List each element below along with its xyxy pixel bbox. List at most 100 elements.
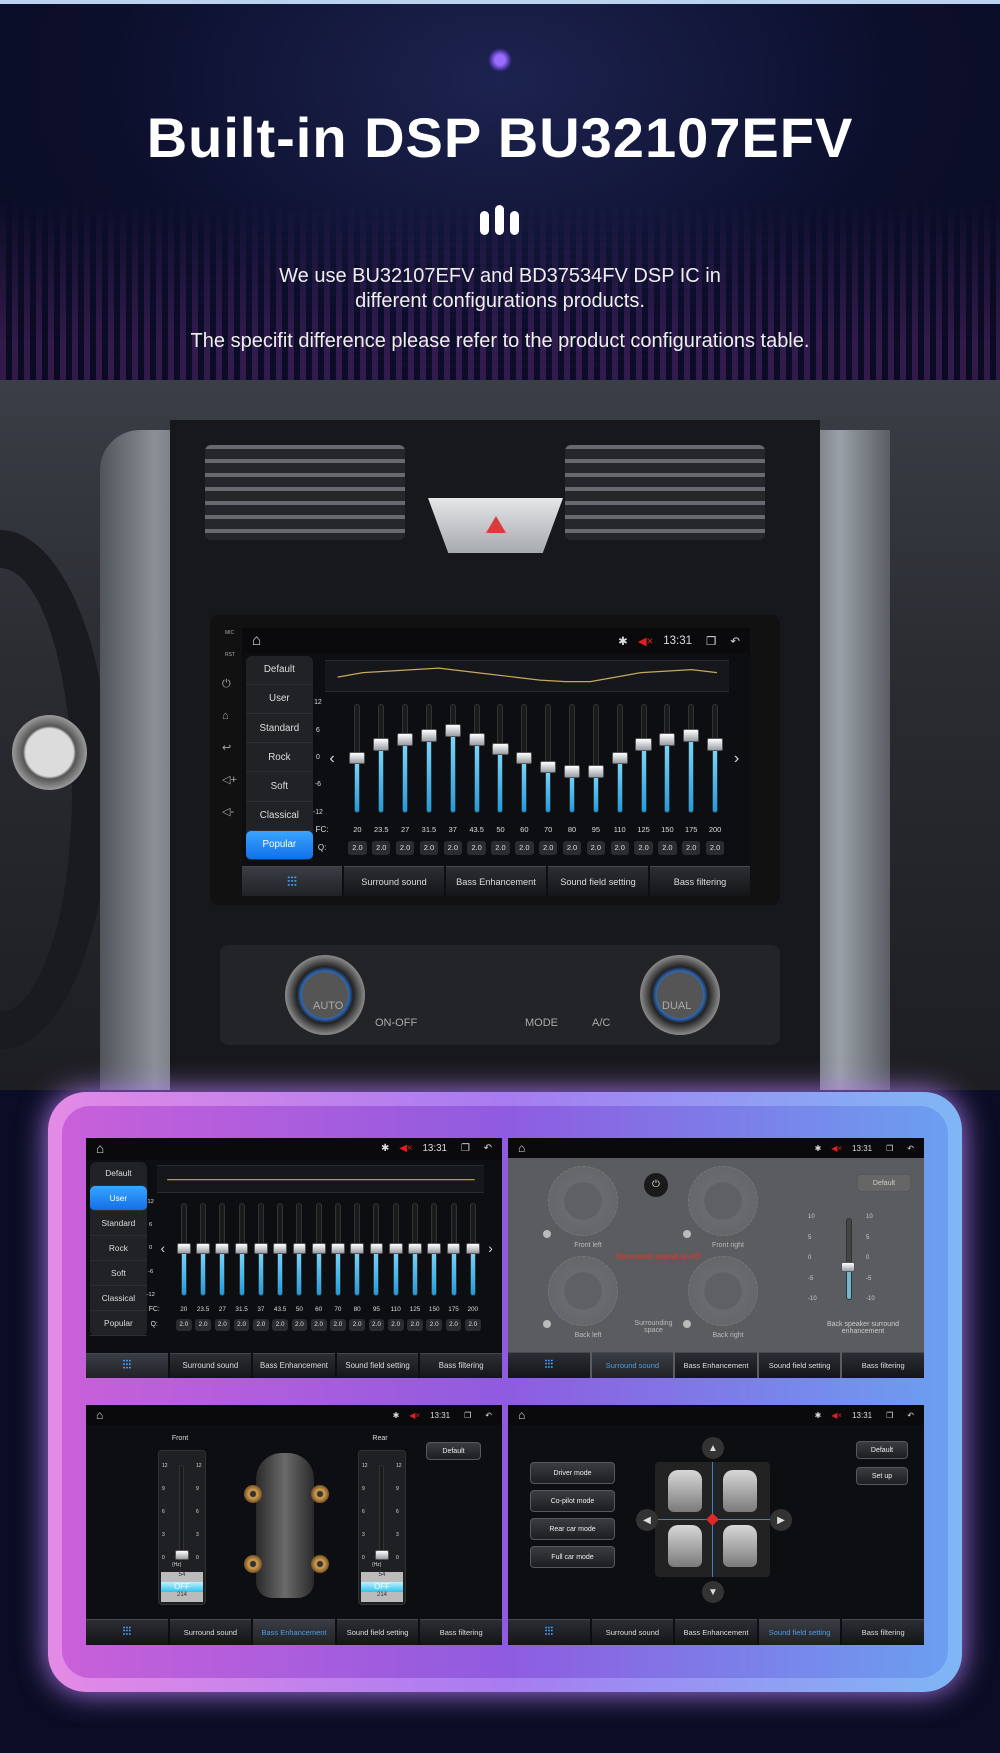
eq-slider-handle[interactable] — [397, 733, 414, 747]
tab-sound-field-setting[interactable]: Sound field setting — [758, 1352, 841, 1378]
q-value-box[interactable]: 2.0 — [372, 840, 391, 855]
eq-slider-handle[interactable] — [292, 1243, 307, 1255]
tab-sound-field-setting[interactable]: Sound field setting — [336, 1352, 419, 1378]
eq-slider-handle[interactable] — [349, 751, 366, 765]
q-value-box[interactable]: 2.0 — [330, 1319, 346, 1332]
q-value-box[interactable]: 2.0 — [562, 840, 582, 855]
back-surround-slider[interactable] — [846, 1218, 852, 1300]
q-value-box[interactable]: 2.0 — [419, 840, 439, 855]
tab-surround-sound[interactable]: Surround sound — [591, 1352, 674, 1378]
tab-bass-enhancement[interactable]: Bass Enhancement — [446, 866, 546, 896]
q-value-box[interactable]: 2.0 — [175, 1319, 192, 1332]
back-icon[interactable]: ↶ — [485, 1411, 492, 1420]
arrow-right-icon[interactable]: ▶ — [770, 1509, 792, 1531]
preset-popular[interactable]: Popular — [90, 1311, 147, 1336]
eq-slider-handle[interactable] — [420, 728, 437, 742]
q-value-box[interactable]: 2.0 — [395, 840, 415, 855]
speaker-toggle[interactable] — [543, 1230, 551, 1238]
speaker-toggle[interactable] — [683, 1230, 691, 1238]
tab-bass-filtering[interactable]: Bass filtering — [650, 866, 750, 896]
speaker-dial[interactable] — [548, 1166, 618, 1236]
eq-slider-handle[interactable] — [465, 1243, 480, 1255]
tab-surround-sound[interactable]: Surround sound — [169, 1619, 252, 1645]
tab-sound-field-setting[interactable]: Sound field setting — [758, 1619, 841, 1645]
bass-slider[interactable] — [179, 1465, 184, 1557]
sound-mode-button[interactable]: Driver mode — [530, 1462, 615, 1484]
tab-bass-enhancement[interactable]: Bass Enhancement — [675, 1619, 757, 1645]
preset-soft[interactable]: Soft — [90, 1261, 147, 1286]
next-page-arrow[interactable]: › — [488, 1241, 493, 1256]
eq-slider-handle[interactable] — [444, 724, 461, 737]
preset-rock[interactable]: Rock — [246, 743, 313, 773]
eq-slider[interactable] — [497, 703, 504, 814]
tab-sound-field-setting[interactable]: Sound field setting — [548, 866, 648, 896]
eq-slider-handle[interactable] — [350, 1243, 365, 1255]
eq-slider-handle[interactable] — [659, 733, 676, 747]
q-value-box[interactable]: 2.0 — [515, 840, 534, 855]
mute-icon[interactable]: ◀× — [399, 1143, 412, 1154]
recent-apps-icon[interactable]: ❐ — [464, 1411, 471, 1420]
q-value-box[interactable]: 2.0 — [214, 1319, 231, 1332]
eq-slider[interactable] — [569, 703, 576, 814]
q-value-box[interactable]: 2.0 — [445, 1319, 462, 1332]
home-icon[interactable]: ⌂ — [252, 632, 261, 650]
tab-equalizer[interactable]: ⫶⫶⫶ — [508, 1352, 590, 1378]
speaker-toggle[interactable] — [683, 1320, 691, 1328]
q-value-box[interactable]: 2.0 — [387, 1319, 404, 1332]
tab-equalizer[interactable]: ⫶⫶⫶ — [508, 1619, 590, 1645]
eq-slider[interactable] — [712, 703, 719, 814]
tab-bass-enhancement[interactable]: Bass Enhancement — [253, 1352, 335, 1378]
q-value-box[interactable]: 2.0 — [426, 1319, 443, 1332]
tab-bass-enhancement[interactable]: Bass Enhancement — [675, 1352, 757, 1378]
sound-mode-button[interactable]: Full car mode — [530, 1546, 615, 1568]
default-button[interactable]: Default — [856, 1441, 908, 1459]
tab-equalizer[interactable]: ⫶⫶⫶ — [86, 1619, 168, 1645]
eq-slider[interactable] — [664, 703, 671, 814]
recent-apps-icon[interactable]: ❐ — [461, 1143, 470, 1154]
next-page-arrow[interactable]: › — [734, 749, 739, 768]
q-value-box[interactable]: 2.0 — [253, 1319, 269, 1332]
preset-default[interactable]: Default — [246, 656, 313, 685]
eq-slider-handle[interactable] — [369, 1243, 384, 1255]
speaker-dial[interactable] — [688, 1166, 758, 1236]
eq-slider-handle[interactable] — [196, 1243, 210, 1255]
preset-standard[interactable]: Standard — [90, 1211, 147, 1237]
tab-bass-filtering[interactable]: Bass filtering — [420, 1352, 502, 1378]
tab-surround-sound[interactable]: Surround sound — [169, 1352, 252, 1378]
bass-frequency-option[interactable]: OFF — [161, 1582, 203, 1592]
bass-slider-handle[interactable] — [375, 1550, 389, 1560]
q-value-box[interactable]: 2.0 — [586, 840, 606, 855]
bass-frequency-option[interactable]: 54 — [361, 1572, 403, 1582]
eq-slider-handle[interactable] — [331, 1243, 345, 1255]
power-button[interactable]: ⏻ — [644, 1173, 668, 1197]
bass-frequency-option[interactable]: 54 — [161, 1572, 203, 1582]
home-icon[interactable]: ⌂ — [518, 1141, 525, 1155]
eq-slider[interactable] — [449, 703, 456, 814]
tab-bass-filtering[interactable]: Bass filtering — [842, 1352, 924, 1378]
sound-mode-button[interactable]: Rear car mode — [530, 1518, 615, 1540]
tab-sound-field-setting[interactable]: Sound field setting — [336, 1619, 419, 1645]
speaker-dial[interactable] — [548, 1256, 618, 1326]
preset-standard[interactable]: Standard — [246, 714, 313, 744]
back-icon[interactable]: ↶ — [907, 1144, 914, 1153]
q-value-box[interactable]: 2.0 — [682, 840, 701, 855]
q-value-box[interactable]: 2.0 — [349, 1319, 366, 1332]
back-icon[interactable]: ↶ — [907, 1411, 914, 1420]
q-value-box[interactable]: 2.0 — [658, 840, 677, 855]
eq-slider-handle[interactable] — [215, 1243, 230, 1255]
bass-frequency-option[interactable]: OFF — [361, 1582, 403, 1592]
tab-bass-enhancement[interactable]: Bass Enhancement — [253, 1619, 335, 1645]
preset-classical[interactable]: Classical — [246, 802, 313, 831]
bass-frequency-option[interactable]: 214 — [361, 1592, 403, 1602]
recent-apps-icon[interactable]: ❐ — [886, 1411, 893, 1420]
recent-apps-icon[interactable]: ❐ — [706, 634, 716, 648]
eq-slider[interactable] — [378, 703, 385, 814]
arrow-up-icon[interactable]: ▲ — [702, 1437, 724, 1459]
q-value-box[interactable]: 2.0 — [233, 1319, 250, 1332]
q-value-box[interactable]: 2.0 — [407, 1319, 423, 1332]
tab-surround-sound[interactable]: Surround sound — [344, 866, 444, 896]
eq-slider-handle[interactable] — [611, 751, 628, 765]
preset-soft[interactable]: Soft — [246, 772, 313, 802]
eq-slider-handle[interactable] — [683, 728, 700, 742]
mute-icon[interactable]: ◀× — [831, 1411, 842, 1420]
